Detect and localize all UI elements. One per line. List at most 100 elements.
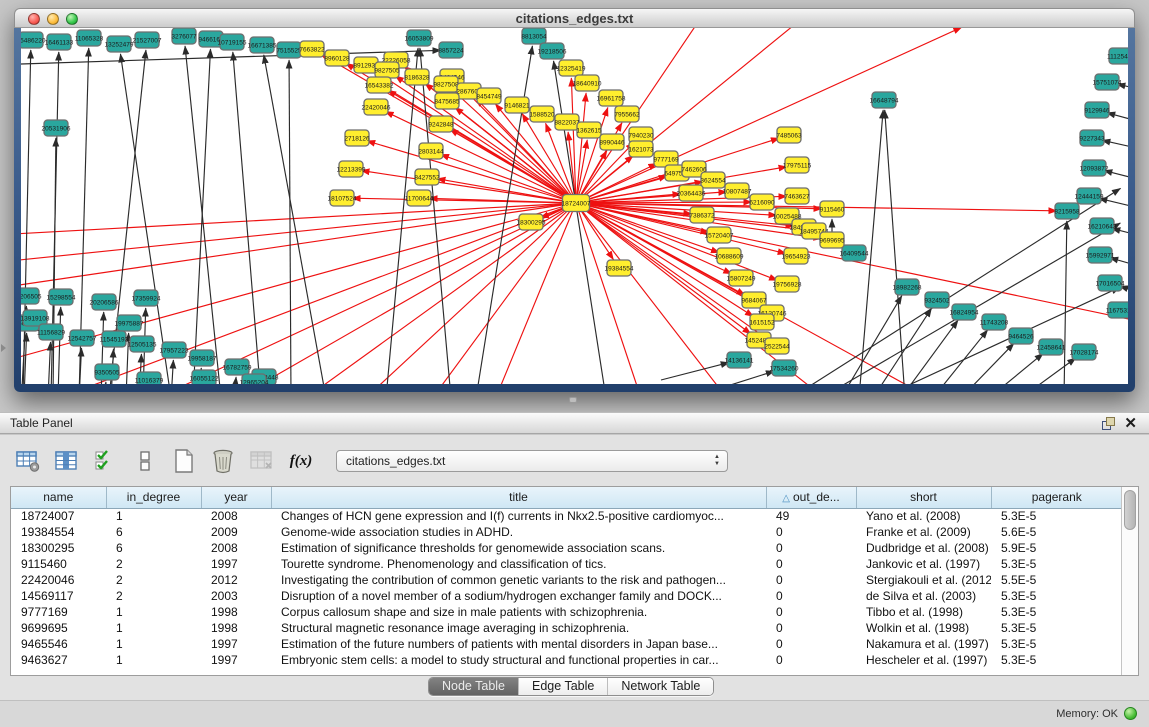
panel-resize-arrow[interactable] [1, 344, 6, 352]
graph-node-yellow[interactable]: 11700644 [405, 190, 434, 206]
table-row[interactable]: 1456911722003Disruption of a novel membe… [11, 588, 1121, 604]
graph-node-teal[interactable]: 19958187 [188, 350, 217, 366]
graph-node-teal[interactable]: 15298554 [47, 289, 76, 305]
table-cell[interactable]: Disruption of a novel member of a sodium… [271, 588, 766, 604]
table-cell[interactable]: 0 [766, 588, 856, 604]
citation-edge-red[interactable] [21, 203, 576, 237]
graph-node-teal[interactable]: 11065328 [75, 30, 104, 46]
column-header-in_degree[interactable]: in_degree [106, 487, 201, 508]
table-cell[interactable]: Dudbridge et al. (2008) [856, 540, 991, 556]
graph-node-yellow[interactable]: 1621073 [628, 141, 654, 157]
table-cell[interactable]: 14569117 [11, 588, 106, 604]
table-cell[interactable]: 5.3E-5 [991, 556, 1121, 572]
graph-node-yellow[interactable]: 10807487 [723, 183, 752, 199]
citation-edge-black[interactable] [233, 52, 261, 384]
graph-node-yellow[interactable]: 20364436 [677, 185, 706, 201]
citation-edge-black[interactable] [721, 371, 774, 384]
citation-edge-black[interactable] [1102, 140, 1128, 158]
network-canvas[interactable]: 1548622016461133110653281325247921527007… [21, 28, 1128, 384]
graph-node-teal[interactable]: 16210643 [1088, 218, 1117, 234]
table-cell[interactable]: Changes of HCN gene expression and I(f) … [271, 508, 766, 524]
table-cell[interactable]: Structural magnetic resonance image aver… [271, 620, 766, 636]
graph-node-yellow[interactable]: 8990446 [599, 134, 625, 150]
graph-node-yellow[interactable]: 17975115 [783, 157, 812, 173]
graph-node-teal[interactable]: 19975887 [115, 315, 144, 331]
table-cell[interactable]: 2009 [201, 524, 271, 540]
graph-node-teal[interactable]: 16824954 [950, 304, 979, 320]
citation-edge-black[interactable] [989, 353, 1043, 384]
table-cell[interactable]: Tourette syndrome. Phenomenology and cla… [271, 556, 766, 572]
citation-edge-black[interactable] [841, 296, 902, 384]
graph-node-yellow[interactable]: 1362615 [576, 122, 602, 138]
citation-edge-black[interactable] [1107, 113, 1128, 133]
graph-node-teal[interactable]: 9324502 [924, 292, 950, 308]
graph-node-teal[interactable]: 12965204 [240, 374, 269, 384]
graph-node-yellow[interactable]: 12325419 [557, 60, 586, 76]
column-header-title[interactable]: title [271, 487, 766, 508]
graph-node-teal[interactable]: 9464526 [1008, 328, 1034, 344]
citation-edge-black[interactable] [1099, 198, 1128, 218]
graph-node-yellow[interactable]: 19384554 [605, 260, 634, 276]
citation-edge-black[interactable] [885, 110, 905, 384]
graph-node-yellow[interactable]: 8454749 [476, 88, 502, 104]
graph-node-teal[interactable]: 16782759 [223, 359, 252, 375]
table-cell[interactable]: 1998 [201, 620, 271, 636]
graph-node-teal[interactable]: 11016379 [135, 372, 164, 384]
graph-node-teal[interactable]: 7515525 [276, 42, 302, 58]
table-cell[interactable]: 2008 [201, 508, 271, 524]
graph-node-teal[interactable]: 15486220 [21, 32, 46, 48]
tab-network-table[interactable]: Network Table [607, 678, 713, 695]
graph-node-yellow[interactable]: 2718126 [344, 130, 370, 146]
graph-node-teal[interactable]: 20206586 [90, 294, 119, 310]
table-cell[interactable]: 5.6E-5 [991, 524, 1121, 540]
float-panel-icon[interactable] [1102, 417, 1116, 431]
table-row[interactable]: 946554611997Estimation of the future num… [11, 636, 1121, 652]
table-cell[interactable]: 5.9E-5 [991, 540, 1121, 556]
table-options-icon[interactable] [14, 448, 42, 474]
graph-node-yellow[interactable]: 7463627 [784, 188, 810, 204]
graph-node-teal[interactable]: 16671385 [248, 37, 277, 53]
graph-node-yellow[interactable]: 7485063 [776, 127, 802, 143]
table-cell[interactable]: 1997 [201, 652, 271, 668]
table-cell[interactable]: Nakamura et al. (1997) [856, 636, 991, 652]
graph-node-teal[interactable]: 16648794 [870, 92, 899, 108]
citation-edge-black[interactable] [1064, 221, 1067, 384]
citation-edge-black[interactable] [289, 60, 291, 384]
graph-node-yellow[interactable]: 2803144 [418, 143, 444, 159]
graph-node-yellow[interactable]: 16543382 [365, 77, 394, 93]
graph-node-yellow[interactable]: 9146821 [504, 97, 530, 113]
column-header-short[interactable]: short [856, 487, 991, 508]
table-cell[interactable]: 5.3E-5 [991, 636, 1121, 652]
table-cell[interactable]: de Silva et al. (2003) [856, 588, 991, 604]
table-cell[interactable]: Tibbo et al. (1998) [856, 604, 991, 620]
table-cell[interactable]: 18300295 [11, 540, 106, 556]
citation-edge-black[interactable] [1104, 170, 1128, 190]
table-cell[interactable]: Wolkin et al. (1998) [856, 620, 991, 636]
table-cell[interactable]: 0 [766, 620, 856, 636]
graph-node-teal[interactable]: 17028174 [1070, 344, 1099, 360]
graph-node-yellow[interactable]: 8475685 [434, 93, 460, 109]
table-row[interactable]: 911546021997Tourette syndrome. Phenomeno… [11, 556, 1121, 572]
graph-node-yellow[interactable]: 7955662 [614, 106, 640, 122]
table-scrollbar[interactable] [1121, 487, 1138, 675]
graph-node-yellow[interactable]: 19756928 [773, 276, 802, 292]
table-cell[interactable]: 9115460 [11, 556, 106, 572]
table-row[interactable]: 1872400712008Changes of HCN gene express… [11, 508, 1121, 524]
graph-node-teal[interactable]: 9350505 [94, 364, 120, 380]
graph-node-teal[interactable]: 11743208 [980, 314, 1009, 330]
column-header-out_de[interactable]: △out_de... [766, 487, 856, 508]
graph-node-teal[interactable]: 8857224 [438, 42, 464, 58]
table-cell[interactable]: 9463627 [11, 652, 106, 668]
table-cell[interactable]: 0 [766, 652, 856, 668]
table-cell[interactable]: 2 [106, 556, 201, 572]
graph-node-yellow[interactable]: 1615152 [749, 314, 775, 330]
table-row[interactable]: 2242004622012Investigating the contribut… [11, 572, 1121, 588]
table-row[interactable]: 946362711997Embryonic stem cells: a mode… [11, 652, 1121, 668]
graph-node-teal[interactable]: 12505135 [128, 336, 157, 352]
table-cell[interactable]: Estimation of the future numbers of pati… [271, 636, 766, 652]
graph-node-teal[interactable]: 9227343 [1079, 130, 1105, 146]
citation-edge-black[interactable] [171, 360, 173, 384]
citation-edge-black[interactable] [873, 308, 932, 384]
table-selector-dropdown[interactable]: citations_edges.txt ▲▼ [336, 450, 728, 472]
graph-node-yellow[interactable]: 18640910 [573, 75, 602, 91]
